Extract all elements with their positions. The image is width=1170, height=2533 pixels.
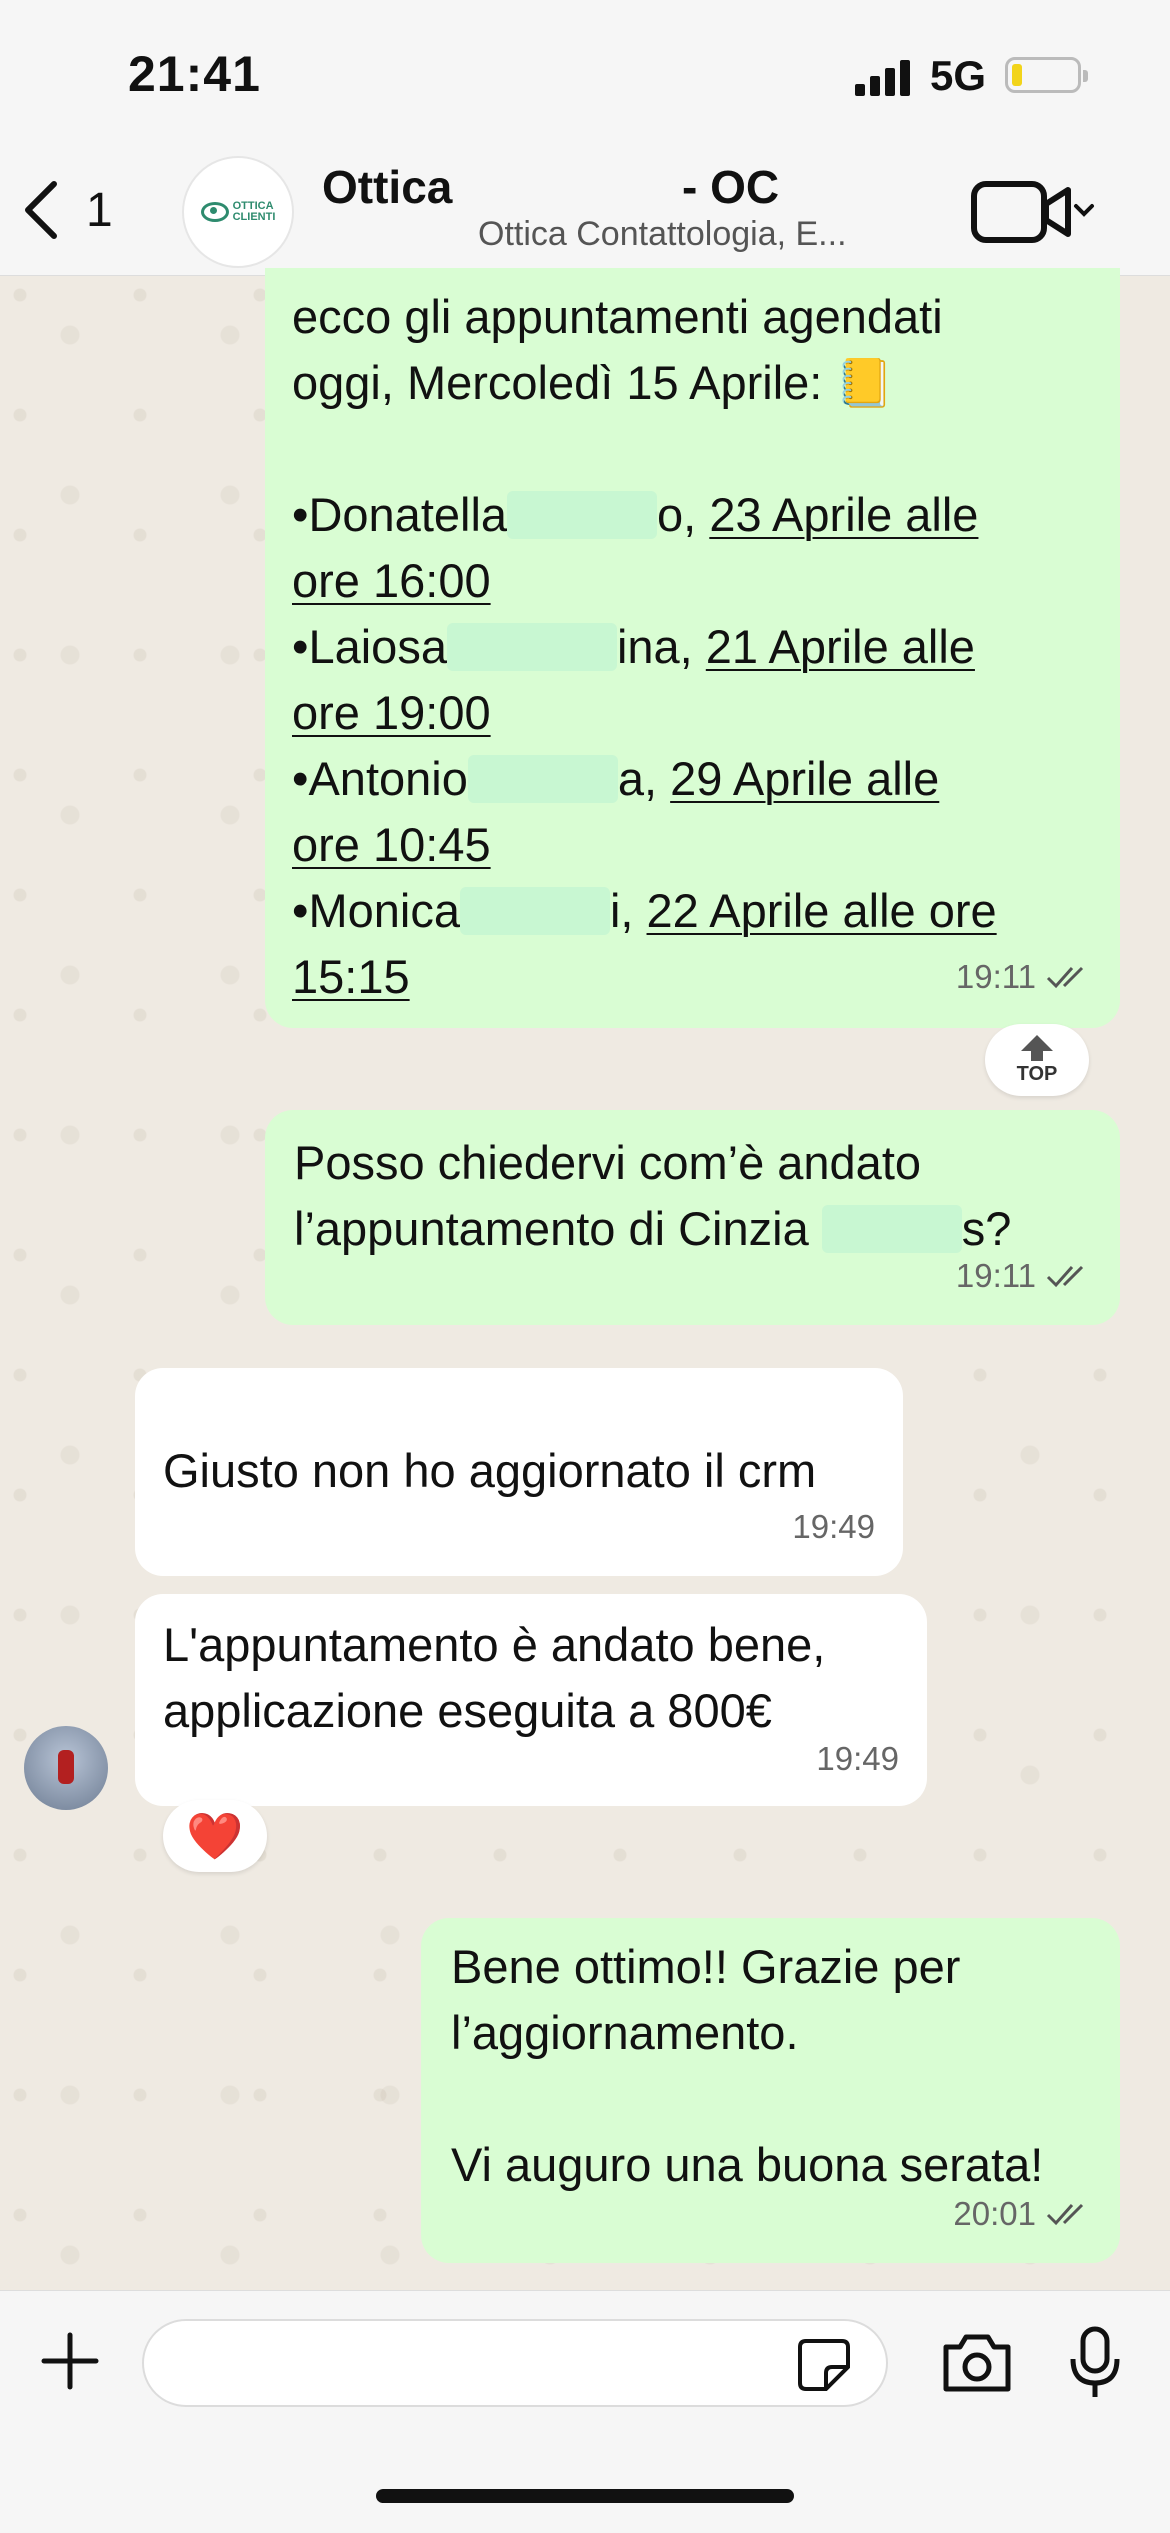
chat-subtitle[interactable]: Ottica Contattologia, E... — [478, 215, 847, 254]
sticker-icon[interactable] — [796, 2337, 852, 2393]
message-bubble-outgoing[interactable]: ecco gli appuntamenti agendati oggi, Mer… — [265, 268, 1120, 1028]
logo-text-line2: CLIENTI — [232, 211, 276, 223]
top-label: TOP — [1016, 1062, 1058, 1085]
appointment-line: ore 10:45 — [292, 812, 1094, 878]
network-type: 5G — [930, 52, 987, 99]
appointment-line: •Antonio a, 29 Aprile alle — [292, 752, 940, 805]
message-bubble-outgoing[interactable]: Posso chiedervi com’è andato l’appuntame… — [265, 1110, 1120, 1325]
back-button[interactable]: 1 — [20, 170, 113, 250]
message-line: l’aggiornamento. — [451, 2006, 799, 2059]
chat-title-part1[interactable]: Ottica — [322, 160, 452, 214]
chat-header: 1 OTTICA CLIENTI Ottica - OC Ottica Cont… — [0, 150, 1170, 276]
message-bubble-incoming[interactable]: Giusto non ho aggiornato il crm 19:49 — [135, 1368, 903, 1576]
message-input[interactable] — [142, 2319, 888, 2407]
message-timestamp: 19:11 — [956, 944, 1094, 1010]
date-link[interactable]: 29 Aprile alle — [670, 752, 939, 805]
date-link[interactable]: 22 Aprile alle ore — [647, 884, 997, 937]
message-timestamp: 19:11 — [956, 1243, 1094, 1309]
date-link[interactable]: ore 19:00 — [292, 686, 491, 739]
date-link[interactable]: 15:15 — [292, 950, 410, 1003]
appointment-line: •Monica i, 22 Aprile alle ore — [292, 884, 997, 937]
double-check-icon — [1046, 1265, 1084, 1288]
cellular-signal-icon — [855, 58, 915, 96]
video-call-icon[interactable] — [968, 172, 1098, 252]
message-bubble-incoming[interactable]: L'appuntamento è andato bene, applicazio… — [135, 1594, 927, 1806]
message-line: L'appuntamento è andato bene, — [163, 1618, 826, 1671]
message-line: oggi, Mercoledì 15 Aprile: 📒 — [292, 356, 894, 409]
message-line: Bene ottimo!! Grazie per — [451, 1940, 961, 1993]
message-timestamp: 19:49 — [792, 1508, 875, 1545]
message-line: ecco gli appuntamenti agendati — [292, 290, 943, 343]
chevron-left-icon — [25, 181, 57, 239]
scroll-to-top-button[interactable]: TOP — [985, 1024, 1089, 1096]
message-line: Posso chiedervi com’è andato — [294, 1136, 922, 1189]
date-link[interactable]: 21 Aprile alle — [706, 620, 975, 673]
date-link[interactable]: ore 16:00 — [292, 554, 491, 607]
unread-count: 1 — [86, 183, 113, 237]
chat-title-part2[interactable]: - OC — [682, 160, 779, 214]
double-check-icon — [1046, 2203, 1084, 2226]
group-avatar[interactable]: OTTICA CLIENTI — [182, 156, 294, 268]
message-bubble-outgoing[interactable]: Bene ottimo!! Grazie per l’aggiornamento… — [421, 1918, 1120, 2263]
appointment-line: ore 19:00 — [292, 680, 1094, 746]
date-link[interactable]: 23 Aprile alle — [709, 488, 978, 541]
status-time: 21:41 — [128, 46, 261, 102]
message-line: Giusto non ho aggiornato il crm — [163, 1444, 817, 1497]
double-check-icon — [1046, 966, 1084, 989]
message-timestamp: 20:01 — [953, 2181, 1094, 2247]
sender-avatar[interactable] — [24, 1726, 108, 1810]
message-timestamp: 19:49 — [816, 1740, 899, 1777]
microphone-icon[interactable] — [1068, 2325, 1122, 2401]
date-link[interactable]: ore 10:45 — [292, 818, 491, 871]
home-indicator[interactable] — [376, 2489, 794, 2503]
appointment-line: •Laiosa ina, 21 Aprile alle — [292, 620, 975, 673]
plus-icon[interactable] — [40, 2331, 100, 2391]
battery-icon — [1005, 57, 1088, 93]
appointment-line: ore 16:00 — [292, 548, 1094, 614]
camera-icon[interactable] — [940, 2329, 1014, 2395]
eye-logo-icon — [200, 202, 229, 222]
status-bar: 21:41 5G — [0, 0, 1170, 150]
appointment-line: •Donatella o, 23 Aprile alle — [292, 488, 979, 541]
arrow-up-icon — [1021, 1034, 1053, 1051]
composer-bar — [0, 2290, 1170, 2533]
reaction-heart[interactable]: ❤️ — [163, 1800, 267, 1872]
message-line: applicazione eseguita a 800€ — [163, 1684, 772, 1737]
